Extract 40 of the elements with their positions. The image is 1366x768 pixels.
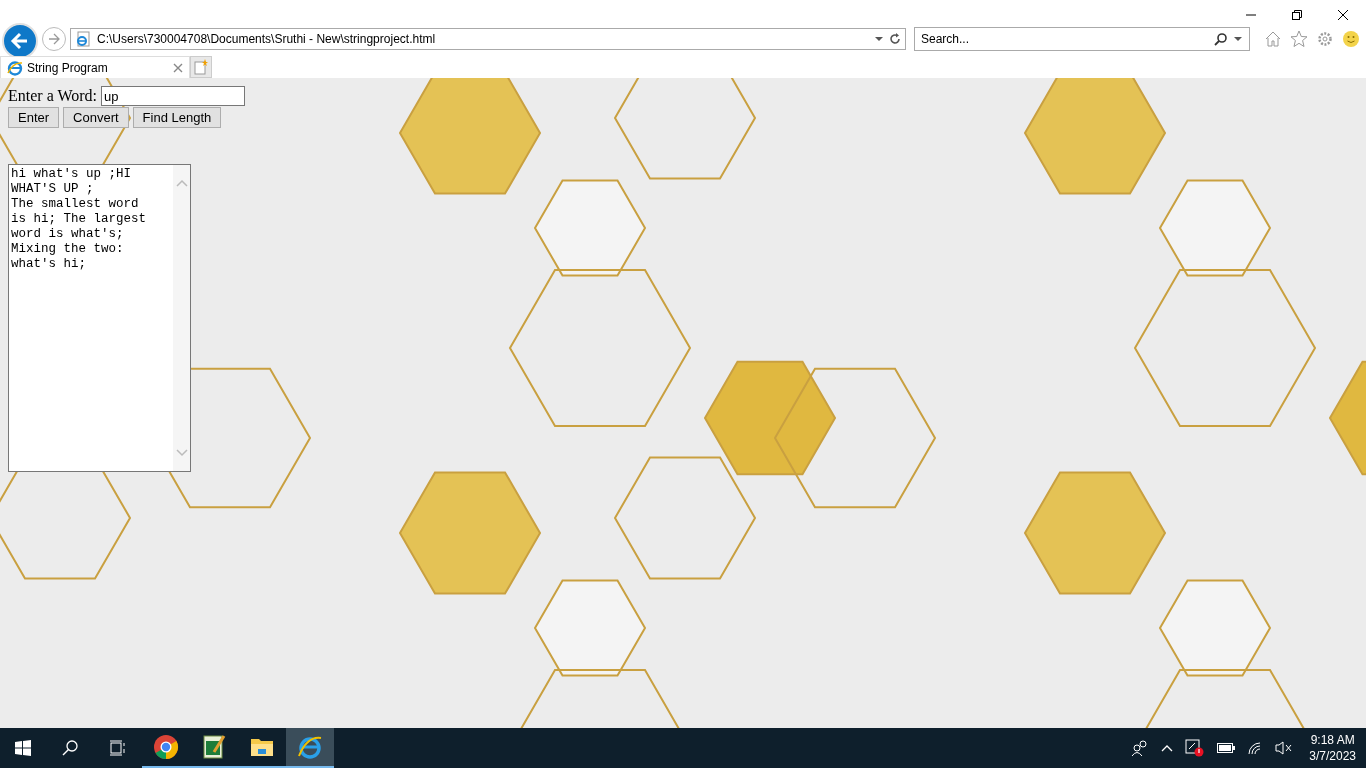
battery-icon[interactable] (1217, 743, 1236, 753)
ie-icon (297, 734, 323, 760)
close-tab-icon[interactable] (173, 62, 183, 73)
action-button[interactable]: Find Length (132, 107, 222, 128)
address-bar[interactable]: C:\Users\730004708\Documents\Sruthi - New\stringproject.html (70, 28, 906, 50)
action-button[interactable]: Enter (8, 107, 60, 128)
clock[interactable]: 9:18 AM 3/7/2023 (1299, 732, 1366, 764)
tab-title: String Program (27, 60, 109, 75)
back-arrow-icon (10, 31, 30, 51)
close-icon[interactable] (1337, 9, 1349, 21)
chrome-icon (153, 734, 179, 760)
word-input-field[interactable]: up (101, 86, 246, 106)
chevron-up-icon[interactable] (1161, 744, 1174, 752)
action-button[interactable]: Convert (63, 107, 129, 128)
forward-arrow-icon (47, 32, 61, 46)
folder-icon (250, 736, 274, 758)
back-button[interactable] (2, 23, 38, 59)
notepad-icon (202, 734, 226, 760)
muted-speaker-icon[interactable] (1275, 741, 1294, 755)
browser-tab[interactable]: String Program (0, 56, 190, 78)
ie-icon (7, 59, 23, 76)
search-icon[interactable] (61, 739, 79, 757)
settings-icon[interactable] (1316, 30, 1334, 48)
page-icon (75, 31, 91, 47)
clock-time: 9:18 AM (1310, 732, 1355, 748)
restore-icon[interactable] (1291, 9, 1303, 21)
home-icon[interactable] (1264, 30, 1282, 48)
alert-badge-icon[interactable] (1185, 739, 1206, 757)
clock-date: 3/7/2023 (1309, 748, 1356, 764)
start-icon[interactable] (15, 740, 31, 756)
task-view-icon[interactable] (109, 740, 127, 756)
people-icon[interactable] (1131, 740, 1150, 756)
dropdown-caret-icon[interactable] (875, 36, 883, 42)
search-icon[interactable] (1214, 32, 1228, 46)
refresh-icon[interactable] (889, 33, 901, 45)
smiley-icon[interactable] (1342, 30, 1360, 48)
dropdown-caret-icon[interactable] (1234, 36, 1242, 42)
search-field[interactable]: Search... (914, 27, 1250, 51)
word-label: Enter a Word: (8, 87, 98, 105)
star-icon[interactable] (1290, 30, 1308, 48)
